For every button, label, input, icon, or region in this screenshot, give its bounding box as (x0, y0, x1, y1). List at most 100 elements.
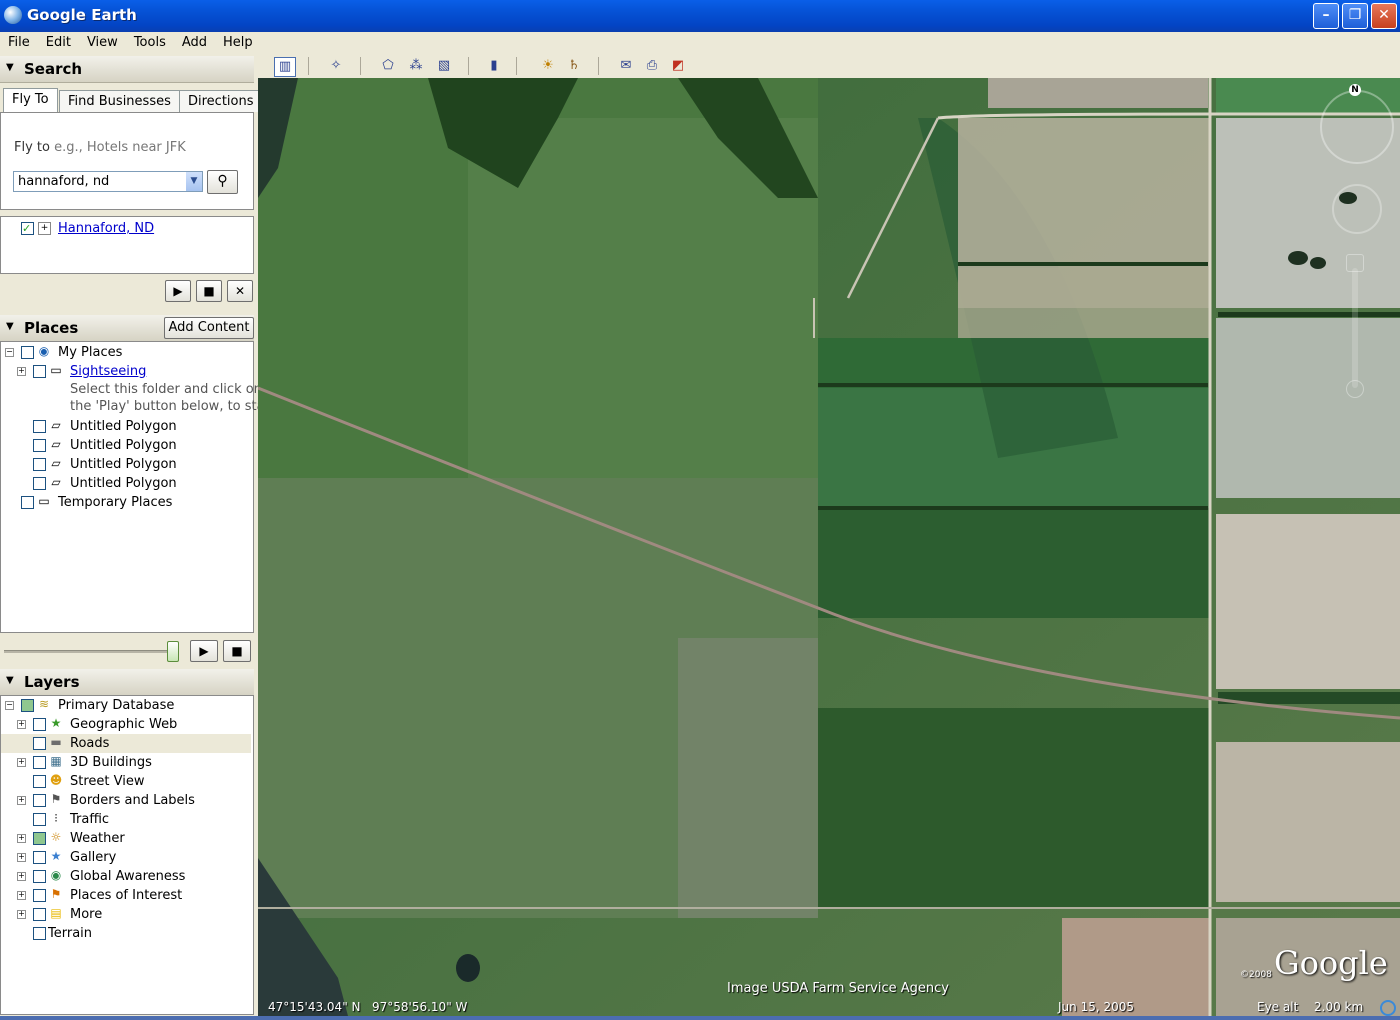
polygon-icon: ▱ (51, 418, 61, 432)
maximize-button[interactable]: ❐ (1342, 3, 1368, 29)
zoom-slider[interactable] (1352, 268, 1358, 388)
collapse-arrow-icon[interactable]: ▼ (6, 675, 14, 686)
layer-checkbox[interactable] (33, 927, 46, 940)
expand-toggle-icon[interactable]: + (17, 758, 26, 767)
layer-checkbox[interactable] (33, 870, 46, 883)
person-icon: ☻ (49, 773, 63, 787)
search-result-link[interactable]: Hannaford, ND (58, 219, 154, 238)
tab-find-businesses[interactable]: Find Businesses (59, 90, 180, 112)
tree-item-label: Untitled Polygon (70, 476, 177, 491)
polygon-checkbox[interactable] (33, 458, 46, 471)
play-tour-button[interactable]: ▶ (165, 280, 191, 302)
compass-north-indicator[interactable]: N (1349, 84, 1361, 96)
expand-toggle-icon[interactable]: + (17, 720, 26, 729)
tour-speed-slider-thumb[interactable] (167, 641, 179, 662)
title-bar: Google Earth – ❐ ✕ (0, 0, 1400, 32)
tour-speed-slider-track[interactable] (4, 650, 178, 653)
layer-label: Street View (70, 774, 145, 789)
view-in-maps-icon[interactable]: ◩ (668, 57, 688, 75)
minimize-button[interactable]: – (1313, 3, 1339, 29)
sightseeing-checkbox[interactable] (33, 365, 46, 378)
placemark-icon[interactable]: ✧ (326, 57, 346, 75)
image-overlay-icon[interactable]: ▧ (434, 57, 454, 75)
my-places-checkbox[interactable] (21, 346, 34, 359)
dropdown-chevron-icon[interactable]: ▼ (186, 172, 202, 191)
polygon-checkbox[interactable] (33, 420, 46, 433)
expand-toggle-icon[interactable]: + (17, 853, 26, 862)
layer-label: Traffic (70, 812, 110, 827)
map-view[interactable]: N ©2008 Google Image USDA Farm Service A… (258, 78, 1400, 1016)
collapse-toggle-icon[interactable]: − (5, 701, 14, 710)
result-checkbox[interactable] (21, 219, 34, 238)
compass-ring[interactable] (1320, 90, 1394, 164)
tree-item-my-places[interactable]: − ◉ My Places (1, 343, 251, 362)
polygon-checkbox[interactable] (33, 477, 46, 490)
tree-item-label[interactable]: Sightseeing (70, 362, 146, 381)
layer-checkbox[interactable] (33, 908, 46, 921)
search-button[interactable]: ⚲ (207, 170, 238, 194)
collapse-arrow-icon[interactable]: ▼ (6, 321, 14, 332)
sidebar-toggle-icon[interactable]: ▥ (274, 57, 296, 77)
expand-toggle-icon[interactable]: + (17, 796, 26, 805)
note-icon: ▤ (50, 906, 62, 920)
temporary-places-checkbox[interactable] (21, 496, 34, 509)
close-window-button[interactable]: ✕ (1371, 3, 1397, 29)
expand-toggle-icon[interactable]: + (17, 872, 26, 881)
menu-edit[interactable]: Edit (38, 32, 79, 50)
building-icon: ▦ (50, 754, 62, 768)
layer-checkbox[interactable] (33, 756, 46, 769)
polygon-checkbox[interactable] (33, 439, 46, 452)
layer-checkbox[interactable] (33, 832, 46, 845)
menu-help[interactable]: Help (215, 32, 261, 50)
add-content-button[interactable]: Add Content (164, 317, 254, 339)
play-places-button[interactable]: ▶ (190, 640, 218, 662)
menu-add[interactable]: Add (174, 32, 215, 50)
layer-checkbox[interactable] (33, 737, 46, 750)
expand-toggle-icon[interactable]: + (17, 891, 26, 900)
stop-places-button[interactable]: ■ (223, 640, 251, 662)
tree-item-label: Untitled Polygon (70, 457, 177, 472)
layer-checkbox[interactable] (33, 718, 46, 731)
email-icon[interactable]: ✉ (616, 57, 636, 75)
tree-item-label: Temporary Places (58, 495, 173, 510)
polygon-tool-icon[interactable]: ⬠ (378, 57, 398, 75)
print-icon[interactable]: ⎙ (642, 57, 662, 75)
expand-toggle-icon[interactable]: + (17, 910, 26, 919)
planet-icon[interactable]: ♄ (564, 57, 584, 75)
stop-tour-button[interactable]: ■ (196, 280, 222, 302)
layer-checkbox[interactable] (33, 775, 46, 788)
layer-label: Weather (70, 831, 125, 846)
clear-results-button[interactable]: ✕ (227, 280, 253, 302)
menu-file[interactable]: File (0, 32, 38, 50)
menu-view[interactable]: View (79, 32, 126, 50)
zoom-in-button[interactable] (1346, 254, 1364, 272)
expand-toggle-icon[interactable]: + (17, 834, 26, 843)
expand-toggle-icon[interactable]: + (17, 367, 26, 376)
tab-fly-to[interactable]: Fly To (3, 88, 58, 112)
layers-panel-header[interactable]: ▼ Layers (0, 669, 254, 696)
layer-label: Gallery (70, 850, 117, 865)
layer-roads[interactable]: ▬ Roads (1, 734, 251, 753)
collapse-toggle-icon[interactable]: − (5, 348, 14, 357)
fly-to-input[interactable]: hannaford, nd ▼ (13, 171, 203, 192)
search-panel-header[interactable]: ▼ Search (0, 56, 254, 83)
layer-checkbox[interactable] (33, 889, 46, 902)
layer-checkbox[interactable] (21, 699, 34, 712)
layer-label: Primary Database (58, 698, 175, 713)
places-tree: − ◉ My Places + ▭ Sightseeing Select thi… (0, 341, 275, 633)
layer-primary-database[interactable]: − ≋ Primary Database (1, 696, 251, 715)
move-joystick[interactable] (1332, 184, 1382, 234)
layer-checkbox[interactable] (33, 813, 46, 826)
menu-tools[interactable]: Tools (126, 32, 174, 50)
window-title: Google Earth (27, 6, 137, 24)
search-results-list: + Hannaford, ND (0, 216, 254, 274)
layer-checkbox[interactable] (33, 851, 46, 864)
flag-icon: ⚑ (50, 792, 62, 806)
sunlight-icon[interactable]: ☀ (538, 57, 558, 75)
tab-directions[interactable]: Directions (179, 90, 263, 112)
collapse-arrow-icon[interactable]: ▼ (6, 62, 14, 73)
path-tool-icon[interactable]: ⁂ (406, 57, 426, 75)
zoom-out-button[interactable] (1346, 380, 1364, 398)
ruler-icon[interactable]: ▮ (484, 57, 504, 75)
layer-checkbox[interactable] (33, 794, 46, 807)
